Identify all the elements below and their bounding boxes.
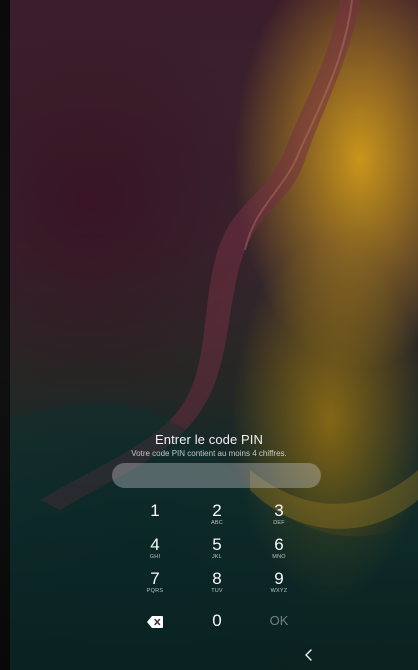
key-3[interactable]: 3 DEF bbox=[248, 502, 310, 536]
key-letters: JKL bbox=[211, 554, 223, 560]
backspace-icon bbox=[147, 616, 163, 628]
ok-label: OK bbox=[269, 613, 289, 628]
key-letters: ABC bbox=[211, 520, 223, 526]
key-digit: 2 bbox=[212, 501, 222, 520]
lock-screen: Entrer le code PIN Votre code PIN contie… bbox=[0, 0, 418, 670]
pin-keypad: 1 2 ABC 3 DEF 4 GHI 5 JKL 6 MNO 7 PQRS 8 bbox=[124, 502, 308, 638]
key-digit: 9 bbox=[274, 569, 284, 588]
key-4[interactable]: 4 GHI bbox=[124, 536, 186, 570]
key-digit: 3 bbox=[274, 501, 284, 520]
key-letters: PQRS bbox=[146, 588, 164, 594]
key-digit: 1 bbox=[150, 501, 160, 520]
key-digit: 7 bbox=[150, 569, 160, 588]
key-digit: 4 bbox=[150, 535, 160, 554]
pin-prompt-subtitle: Votre code PIN contient au moins 4 chiff… bbox=[131, 449, 287, 458]
key-9[interactable]: 9 WXYZ bbox=[248, 570, 310, 604]
key-letters: DEF bbox=[273, 520, 285, 526]
key-digit: 8 bbox=[212, 569, 222, 588]
key-letters: TUV bbox=[211, 588, 223, 594]
pin-input-field[interactable] bbox=[112, 463, 321, 488]
key-0[interactable]: 0 bbox=[186, 604, 248, 638]
navigation-bar bbox=[0, 642, 418, 670]
key-2[interactable]: 2 ABC bbox=[186, 502, 248, 536]
key-digit: 6 bbox=[274, 535, 284, 554]
key-1[interactable]: 1 bbox=[124, 502, 186, 536]
key-digit: 5 bbox=[212, 535, 222, 554]
key-7[interactable]: 7 PQRS bbox=[124, 570, 186, 604]
key-letters: GHI bbox=[149, 554, 161, 560]
chevron-left-icon[interactable] bbox=[302, 648, 316, 662]
key-digit: 0 bbox=[212, 611, 222, 630]
key-6[interactable]: 6 MNO bbox=[248, 536, 310, 570]
key-letters: WXYZ bbox=[270, 588, 288, 594]
key-letters: MNO bbox=[272, 554, 286, 560]
backspace-button[interactable] bbox=[124, 604, 186, 638]
ok-button[interactable]: OK bbox=[248, 604, 310, 638]
key-8[interactable]: 8 TUV bbox=[186, 570, 248, 604]
key-5[interactable]: 5 JKL bbox=[186, 536, 248, 570]
pin-prompt-title: Entrer le code PIN bbox=[154, 432, 263, 447]
